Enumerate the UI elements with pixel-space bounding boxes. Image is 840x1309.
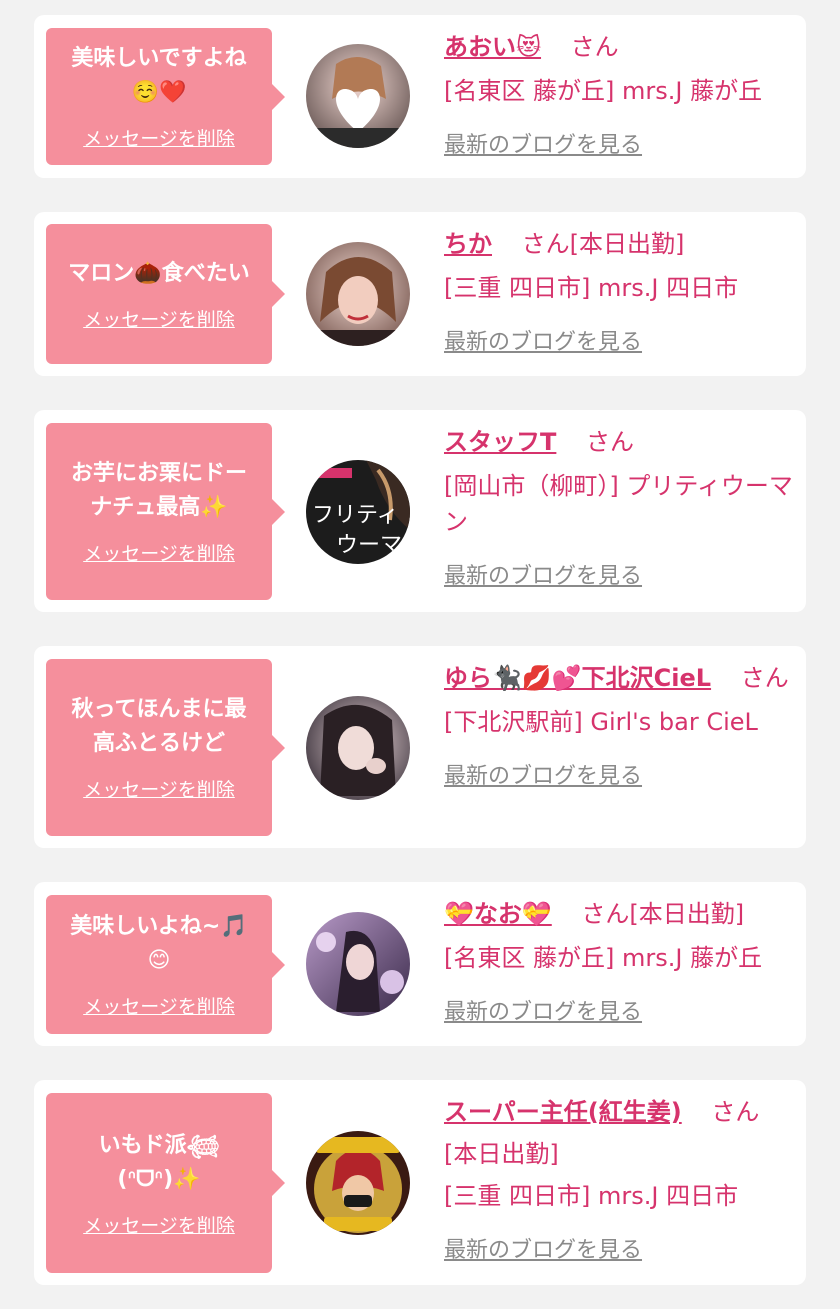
list-item: マロン🌰食べたい メッセージを削除 ちか さん[本日出勤] [三重 四日市] m…: [34, 212, 806, 376]
cast-info: あおい😻 さん [名東区 藤が丘] mrs.J 藤が丘 最新のブログを見る: [444, 29, 796, 159]
cast-info: ちか さん[本日出勤] [三重 四日市] mrs.J 四日市 最新のブログを見る: [444, 226, 796, 356]
avatar[interactable]: [306, 1131, 410, 1235]
store-name: [三重 四日市] mrs.J 四日市: [444, 274, 739, 302]
name-line: ゆら🐈‍⬛💋💕下北沢CieL さん: [444, 660, 796, 696]
status-text: [本日出勤]: [444, 1140, 559, 1168]
list-item: お芋にお栗にドー ナチュ最高✨ メッセージを削除 フリティ ウーマ スタッフT …: [34, 410, 806, 612]
delete-message-link[interactable]: メッセージを削除: [83, 539, 235, 566]
message-bubble: いもド派𓆉 (ᐢᗜᐢ)✨ メッセージを削除: [46, 1093, 285, 1273]
store-name: [下北沢駅前] Girl's bar CieL: [444, 708, 758, 736]
message-text: お芋にお栗にドー ナチュ最高✨: [70, 461, 247, 520]
view-blog-link[interactable]: 最新のブログを見る: [444, 324, 642, 356]
delete-message-link[interactable]: メッセージを削除: [83, 124, 235, 151]
message-text: 美味しいですよね ☺️❤️: [71, 46, 247, 105]
avatar[interactable]: [306, 242, 410, 346]
view-blog-link[interactable]: 最新のブログを見る: [444, 127, 642, 159]
favorite-list: 美味しいですよね ☺️❤️ メッセージを削除 あおい😻 さん [名東区 藤が丘]…: [0, 0, 840, 1309]
name-line: 💝なお💝 さん[本日出勤]: [444, 896, 796, 932]
cast-info: 💝なお💝 さん[本日出勤] [名東区 藤が丘] mrs.J 藤が丘 最新のブログ…: [444, 896, 796, 1026]
avatar[interactable]: [306, 912, 410, 1016]
message-bubble: 美味しいよね~🎵 😊 メッセージを削除: [46, 895, 285, 1034]
message-text: 美味しいよね~🎵 😊: [70, 914, 248, 973]
delete-message-link[interactable]: メッセージを削除: [83, 1211, 235, 1238]
avatar[interactable]: [306, 44, 410, 148]
name-suffix: さん[本日出勤]: [581, 900, 745, 928]
cast-name-link[interactable]: あおい😻: [444, 33, 541, 61]
message-bubble: マロン🌰食べたい メッセージを削除: [46, 224, 285, 364]
svg-text:フリティ: フリティ: [312, 503, 399, 528]
cast-info: スタッフT さん [岡山市（柳町）] プリティウーマン 最新のブログを見る: [444, 424, 796, 590]
store-name: [岡山市（柳町）] プリティウーマン: [444, 472, 793, 536]
cast-name-link[interactable]: ちか: [444, 230, 492, 258]
name-suffix: さん[本日出勤]: [521, 230, 685, 258]
delete-message-link[interactable]: メッセージを削除: [83, 775, 235, 802]
name-suffix: さん: [570, 33, 619, 61]
cast-name-link[interactable]: スタッフT: [444, 428, 556, 456]
view-blog-link[interactable]: 最新のブログを見る: [444, 758, 642, 790]
list-item: 秋ってほんまに最 高ふとるけど メッセージを削除 ゆら🐈‍⬛💋💕下北沢CieL …: [34, 646, 806, 848]
store-name: [名東区 藤が丘] mrs.J 藤が丘: [444, 944, 763, 972]
name-suffix: さん: [586, 428, 635, 456]
list-item: 美味しいよね~🎵 😊 メッセージを削除 💝なお💝 さん[本日出勤] [名東区 藤…: [34, 882, 806, 1046]
avatar[interactable]: フリティ ウーマ: [306, 460, 410, 564]
name-line: あおい😻 さん: [444, 29, 796, 65]
message-text: マロン🌰食べたい: [68, 260, 250, 286]
list-item: いもド派𓆉 (ᐢᗜᐢ)✨ メッセージを削除 スーパー主任(紅生姜) さん [本日…: [34, 1080, 806, 1285]
name-line: スタッフT さん: [444, 424, 796, 460]
message-bubble: 秋ってほんまに最 高ふとるけど メッセージを削除: [46, 659, 285, 836]
cast-name-link[interactable]: スーパー主任(紅生姜): [444, 1098, 682, 1126]
store-name: [三重 四日市] mrs.J 四日市: [444, 1182, 739, 1210]
view-blog-link[interactable]: 最新のブログを見る: [444, 994, 642, 1026]
avatar[interactable]: [306, 696, 410, 800]
list-item: 美味しいですよね ☺️❤️ メッセージを削除 あおい😻 さん [名東区 藤が丘]…: [34, 15, 806, 178]
svg-text:ウーマ: ウーマ: [336, 533, 402, 558]
cast-info: ゆら🐈‍⬛💋💕下北沢CieL さん [下北沢駅前] Girl's bar Cie…: [444, 660, 796, 790]
cast-name-link[interactable]: ゆら🐈‍⬛💋💕下北沢CieL: [444, 664, 711, 692]
message-bubble: お芋にお栗にドー ナチュ最高✨ メッセージを削除: [46, 423, 285, 600]
cast-info: スーパー主任(紅生姜) さん [本日出勤] [三重 四日市] mrs.J 四日市…: [444, 1094, 796, 1264]
message-text: いもド派𓆉 (ᐢᗜᐢ)✨: [98, 1132, 220, 1192]
message-text: 秋ってほんまに最 高ふとるけど: [71, 697, 247, 756]
name-suffix: さん: [740, 664, 789, 692]
view-blog-link[interactable]: 最新のブログを見る: [444, 558, 642, 590]
view-blog-link[interactable]: 最新のブログを見る: [444, 1232, 642, 1264]
delete-message-link[interactable]: メッセージを削除: [83, 992, 235, 1019]
name-suffix: さん: [711, 1098, 760, 1126]
delete-message-link[interactable]: メッセージを削除: [83, 305, 235, 332]
message-bubble: 美味しいですよね ☺️❤️ メッセージを削除: [46, 28, 285, 165]
store-name: [名東区 藤が丘] mrs.J 藤が丘: [444, 77, 763, 105]
name-line: スーパー主任(紅生姜) さん: [444, 1094, 796, 1130]
name-line: ちか さん[本日出勤]: [444, 226, 796, 262]
cast-name-link[interactable]: 💝なお💝: [444, 900, 552, 928]
